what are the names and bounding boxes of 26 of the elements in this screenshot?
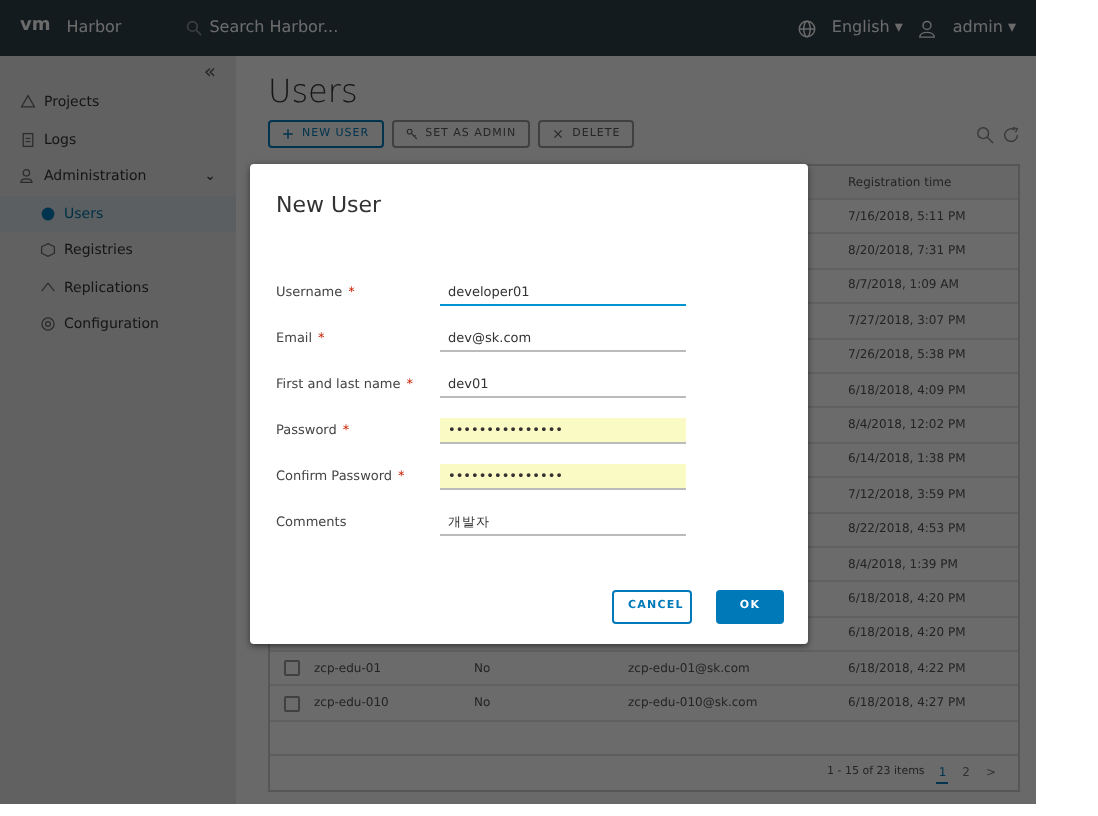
row-checkbox[interactable]: [284, 695, 300, 712]
row-checkbox[interactable]: [284, 660, 300, 677]
product-name[interactable]: Harbor: [66, 16, 122, 40]
user-icon: [918, 19, 937, 37]
circle-icon: [40, 205, 56, 222]
peak-icon: [40, 279, 56, 296]
search-placeholder: Search Harbor...: [209, 16, 339, 40]
collapse-button[interactable]: «: [203, 64, 216, 84]
globe-icon: [797, 19, 816, 37]
person-icon: [20, 168, 36, 185]
cube-icon: [40, 242, 56, 259]
gear-icon: [40, 316, 56, 333]
dialog-title: New User: [276, 192, 384, 219]
close-icon: [552, 128, 565, 140]
search-icon: [185, 20, 202, 36]
plus-icon: [282, 128, 294, 140]
logo-text: vm: [20, 14, 51, 41]
search-icon: [976, 125, 994, 143]
language-menu[interactable]: English ▾: [831, 16, 903, 40]
document-icon: [20, 131, 36, 148]
page-title: Users: [268, 72, 360, 112]
key-icon: [405, 128, 418, 140]
refresh-icon: [1002, 125, 1020, 143]
triangle-icon: [20, 94, 36, 111]
user-menu[interactable]: admin ▾: [952, 16, 1016, 40]
search-field[interactable]: Search Harbor...: [185, 16, 339, 40]
